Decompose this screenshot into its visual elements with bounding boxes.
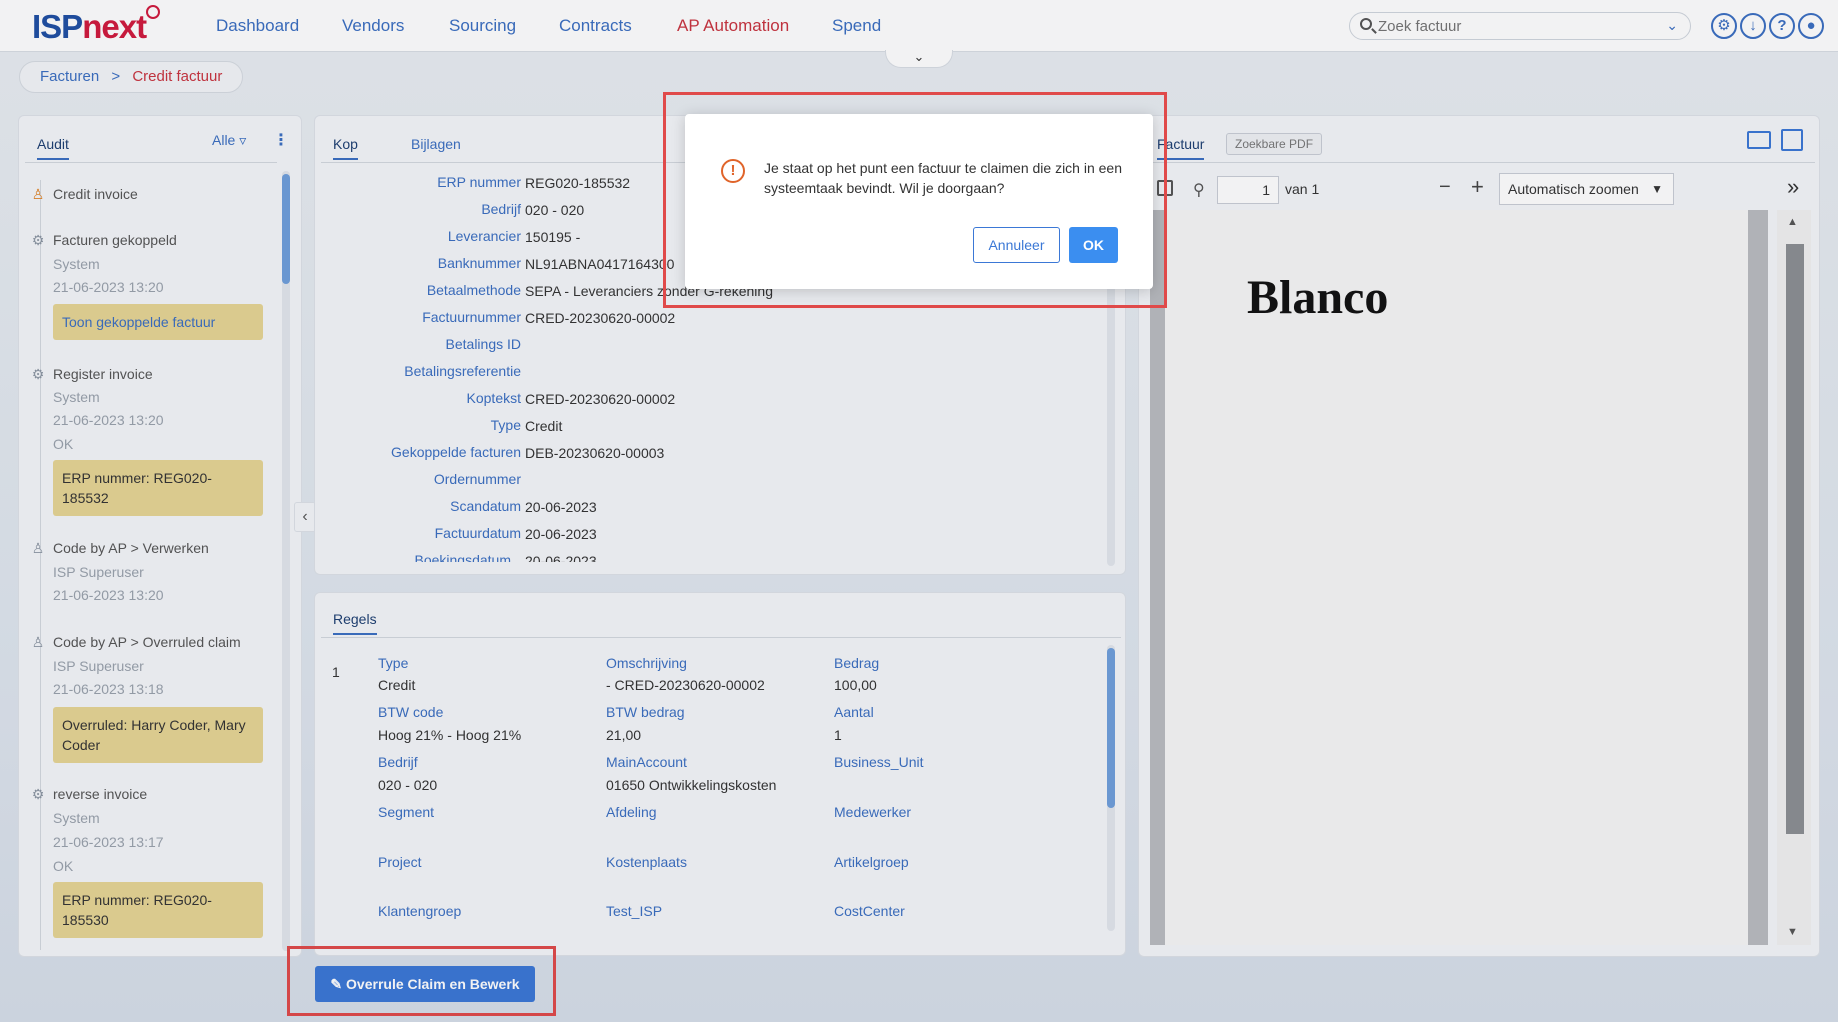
highlight-dialog	[663, 92, 1167, 308]
